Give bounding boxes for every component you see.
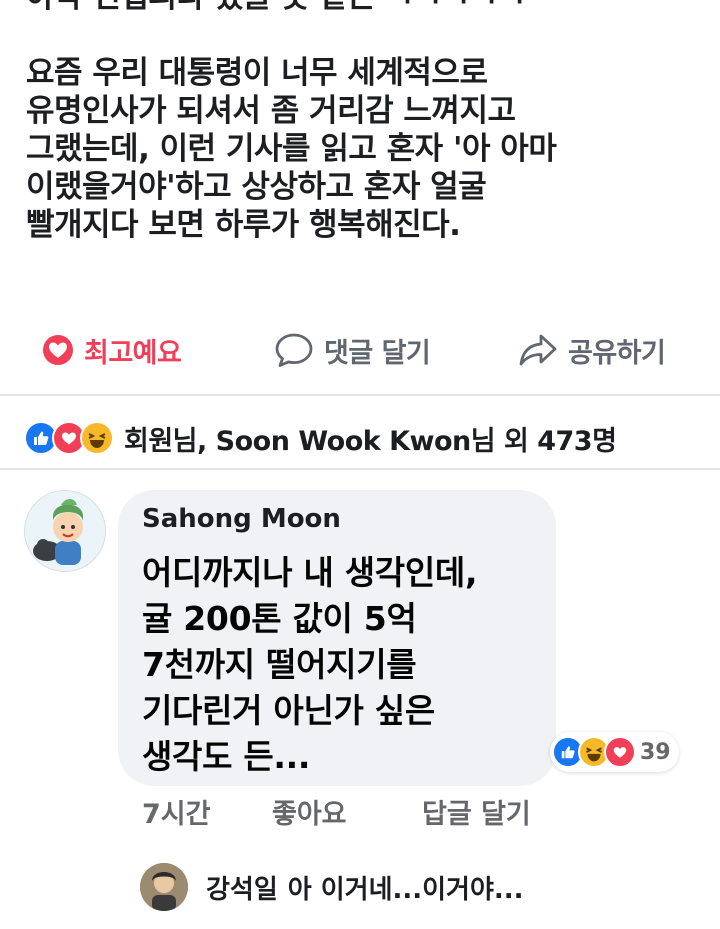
share-label: 공유하기 <box>568 337 666 369</box>
share-icon <box>519 334 557 366</box>
comment-time[interactable]: 7시간 <box>142 792 210 831</box>
post-line: 유명인사가 되셔서 좀 거리감 느껴지고 <box>26 93 516 129</box>
heart-icon <box>43 335 73 365</box>
comment-reaction-count: 39 <box>640 739 671 765</box>
comment-like-button[interactable]: 좋아요 <box>272 792 347 831</box>
post-line: 아작 인접피라 쳤을 듯 같은 ㅋㅋㅋㅋㅋ <box>26 0 706 16</box>
reaction-summary-text: 회원님, Soon Wook Kwon님 외 473명 <box>124 425 617 457</box>
comment-label: 댓글 달기 <box>324 337 431 369</box>
share-button[interactable]: 공유하기 <box>518 330 666 370</box>
avatar-illustration <box>25 491 105 571</box>
comment-reactions[interactable]: 39 <box>550 732 679 772</box>
divider <box>0 468 720 470</box>
reaction-summary[interactable]: 회원님, Soon Wook Kwon님 외 473명 <box>24 418 617 458</box>
post-line: 이랬을거야'하고 상상하고 혼자 얼굴 <box>26 169 487 205</box>
comment-line: 귤 200톤 값이 5억 <box>142 599 417 638</box>
comment-button[interactable]: 댓글 달기 <box>274 330 431 370</box>
comment-reply-button[interactable]: 답글 달기 <box>422 792 531 831</box>
post-line: 요즘 우리 대통령이 너무 세계적으로 <box>26 55 488 91</box>
love-reaction-button[interactable]: 최고예요 <box>42 330 182 370</box>
post-line: 빨개지다 보면 하루가 행복해진다. <box>26 207 461 243</box>
comment-bubble[interactable]: Sahong Moon 어디까지나 내 생각인데, 귤 200톤 값이 5억 7… <box>118 490 556 786</box>
comment-line: 생각도 든... <box>142 737 311 776</box>
reply-preview[interactable]: 강석일 아 이거네...이거야... <box>140 862 524 912</box>
divider <box>0 394 720 396</box>
comment-line: 기다린거 아닌가 싶은 <box>142 691 435 730</box>
reply-author[interactable]: 강석일 <box>206 869 278 906</box>
haha-icon <box>80 421 114 455</box>
post-line: 그랬는데, 이런 기사를 읽고 혼자 '아 아마 <box>26 131 557 167</box>
avatar[interactable] <box>140 863 188 911</box>
reply-text: 아 이거네...이거야... <box>287 874 524 905</box>
reaction-icon-stack <box>24 421 114 455</box>
post-action-bar: 최고예요 댓글 달기 공유하기 <box>0 318 720 384</box>
comment-body: 어디까지나 내 생각인데, 귤 200톤 값이 5억 7천까지 떨어지기를 기다… <box>142 550 542 780</box>
post-text: 아작 인접피라 쳤을 듯 같은 ㅋㅋㅋㅋㅋ 요즘 우리 대통령이 너무 세계적으… <box>26 0 706 244</box>
commenter-name[interactable]: Sahong Moon <box>142 504 341 534</box>
avatar[interactable] <box>24 490 106 572</box>
love-icon <box>604 736 636 768</box>
comment-line: 7천까지 떨어지기를 <box>142 645 417 684</box>
comment-line: 어디까지나 내 생각인데, <box>142 553 478 592</box>
love-reaction-label: 최고예요 <box>84 337 182 369</box>
comment-icon <box>275 333 313 367</box>
reply-avatar-image <box>140 863 188 911</box>
